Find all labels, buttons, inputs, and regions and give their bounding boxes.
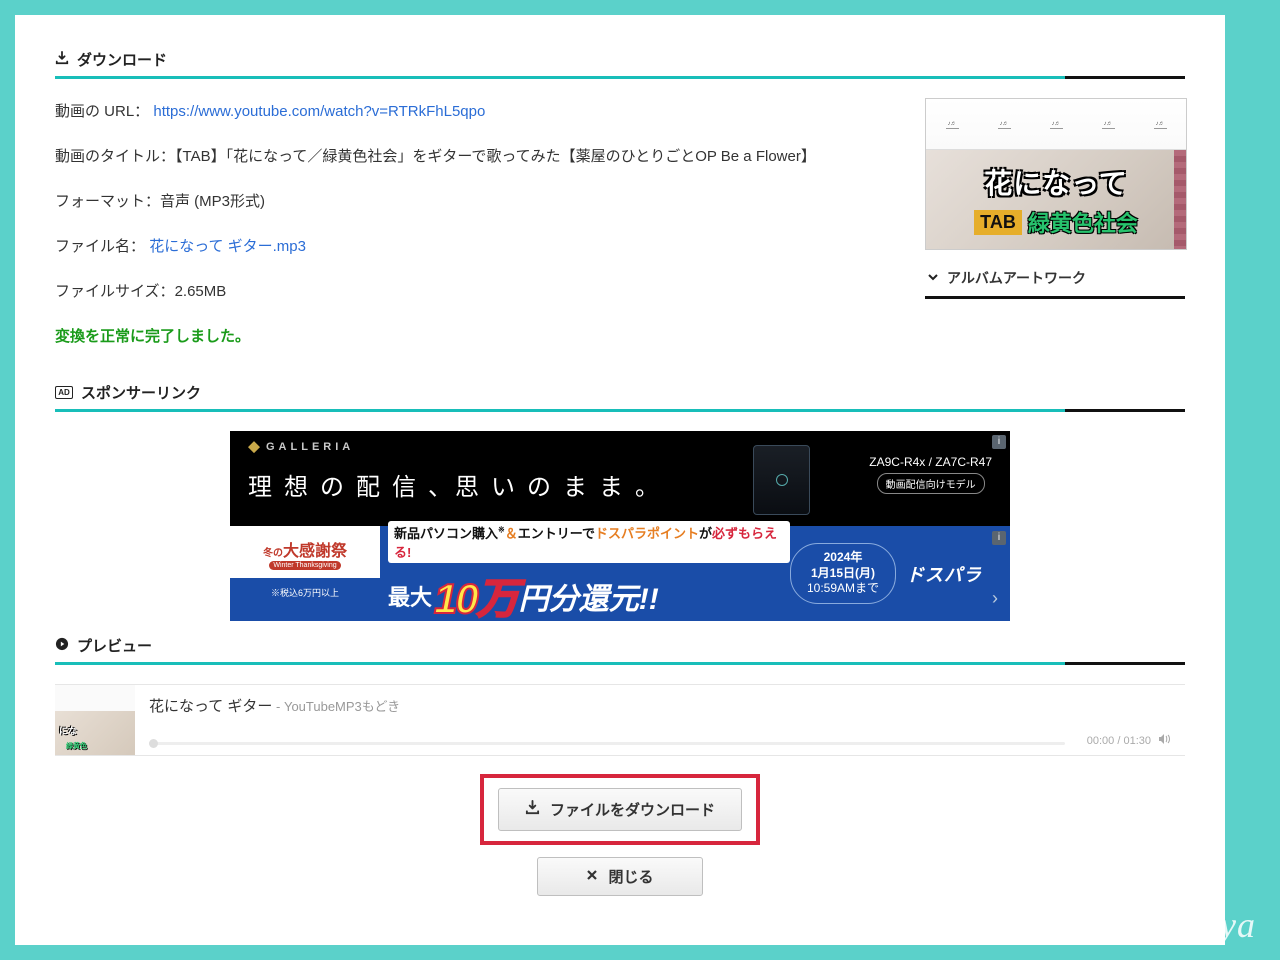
download-icon bbox=[525, 800, 540, 819]
ad-icon: AD bbox=[55, 386, 73, 399]
divider bbox=[55, 662, 1185, 666]
ad-festival: 冬の大感謝祭 Winter Thanksgiving ※税込6万円以上 bbox=[230, 526, 380, 621]
section-preview: プレビュー bbox=[55, 631, 1185, 666]
section-sponsor: AD スポンサーリンク bbox=[55, 378, 1185, 413]
divider bbox=[55, 76, 1185, 80]
thumbnail-tab-badge: TAB bbox=[974, 210, 1022, 235]
ad-model: ZA9C-R4x / ZA7C-R47 動画配信向けモデル bbox=[869, 455, 992, 494]
close-button[interactable]: 閉じる bbox=[537, 857, 702, 896]
audio-player[interactable]: にな 緑黄色 花になって ギター - YouTubeMP3もどき 00:00 /… bbox=[55, 684, 1185, 756]
download-content: 動画の URL： https://www.youtube.com/watch?v… bbox=[55, 98, 1185, 368]
video-url-link[interactable]: https://www.youtube.com/watch?v=RTRkFhL5… bbox=[153, 103, 485, 120]
filesize-row: ファイルサイズ：2.65MB bbox=[55, 278, 905, 305]
thumbnail-text-2: 緑黄色社会 bbox=[1028, 206, 1138, 238]
ad-brand-top: GALLERIA bbox=[248, 441, 354, 453]
section-download-title: ダウンロード bbox=[77, 49, 167, 70]
button-group: ファイルをダウンロード 閉じる bbox=[55, 774, 1185, 896]
video-url-row: 動画の URL： https://www.youtube.com/watch?v… bbox=[55, 98, 905, 125]
ad-banner[interactable]: GALLERIA 理 想 の 配 信 、思 い の ま ま 。 ZA9C-R4x… bbox=[230, 431, 1010, 621]
divider bbox=[925, 296, 1185, 299]
ad-info-icon[interactable]: i bbox=[992, 531, 1006, 545]
player-title: 花になって ギター - YouTubeMP3もどき bbox=[149, 695, 1171, 716]
album-artwork-toggle[interactable]: アルバムアートワーク bbox=[925, 264, 1185, 292]
divider bbox=[55, 409, 1185, 413]
format-row: フォーマット：音声 (MP3形式) bbox=[55, 188, 905, 215]
status-message: 変換を正常に完了しました。 bbox=[55, 323, 905, 350]
filename-link[interactable]: 花になって ギター.mp3 bbox=[149, 238, 306, 255]
section-download: ダウンロード bbox=[55, 45, 1185, 80]
download-file-button[interactable]: ファイルをダウンロード bbox=[498, 788, 742, 831]
download-file-label: ファイルをダウンロード bbox=[550, 799, 715, 820]
watermark: noribeya bbox=[1120, 904, 1256, 946]
player-time: 00:00 / 01:30 bbox=[1087, 732, 1171, 749]
chevron-down-icon bbox=[927, 270, 939, 286]
main-card: ダウンロード 動画の URL： https://www.youtube.com/… bbox=[15, 15, 1225, 945]
album-artwork-label: アルバムアートワーク bbox=[947, 268, 1086, 288]
ad-pc-image bbox=[753, 445, 810, 515]
section-preview-title: プレビュー bbox=[77, 635, 152, 656]
filename-row: ファイル名： 花になって ギター.mp3 bbox=[55, 233, 905, 260]
video-title-row: 動画のタイトル：【TAB】「花になって／緑黄色社会」をギターで歌ってみた【薬屋の… bbox=[55, 143, 905, 170]
thumbnail-text-1: 花になって bbox=[984, 162, 1128, 202]
seek-bar[interactable] bbox=[149, 742, 1065, 745]
ad-headline: 理 想 の 配 信 、思 い の ま ま 。 bbox=[248, 467, 662, 502]
ad-info-icon[interactable]: i bbox=[992, 435, 1006, 449]
ad-container: GALLERIA 理 想 の 配 信 、思 い の ま ま 。 ZA9C-R4x… bbox=[55, 431, 1185, 621]
play-icon bbox=[55, 637, 69, 655]
close-label: 閉じる bbox=[608, 866, 653, 887]
chevron-right-icon: › bbox=[992, 588, 998, 609]
download-button-highlight: ファイルをダウンロード bbox=[480, 774, 760, 845]
download-icon bbox=[55, 51, 69, 69]
video-thumbnail: ♪♬♪♬♪♬♪♬♪♬ 花になって TAB 緑黄色社会 bbox=[925, 98, 1187, 250]
thumbnail-tab-score: ♪♬♪♬♪♬♪♬♪♬ bbox=[926, 99, 1186, 150]
ad-date: 2024年 1月15日(月) 10:59AMまで bbox=[790, 543, 896, 604]
ad-brand-bottom: ドスパラ bbox=[906, 561, 982, 587]
ad-offer: 新品パソコン購入※＆エントリーでドスパラポイントが必ずもらえる! 最大 10万 … bbox=[380, 526, 790, 621]
section-sponsor-title: スポンサーリンク bbox=[81, 382, 201, 403]
player-thumbnail: にな 緑黄色 bbox=[55, 685, 135, 755]
close-icon bbox=[586, 868, 598, 885]
volume-icon[interactable] bbox=[1157, 732, 1171, 749]
